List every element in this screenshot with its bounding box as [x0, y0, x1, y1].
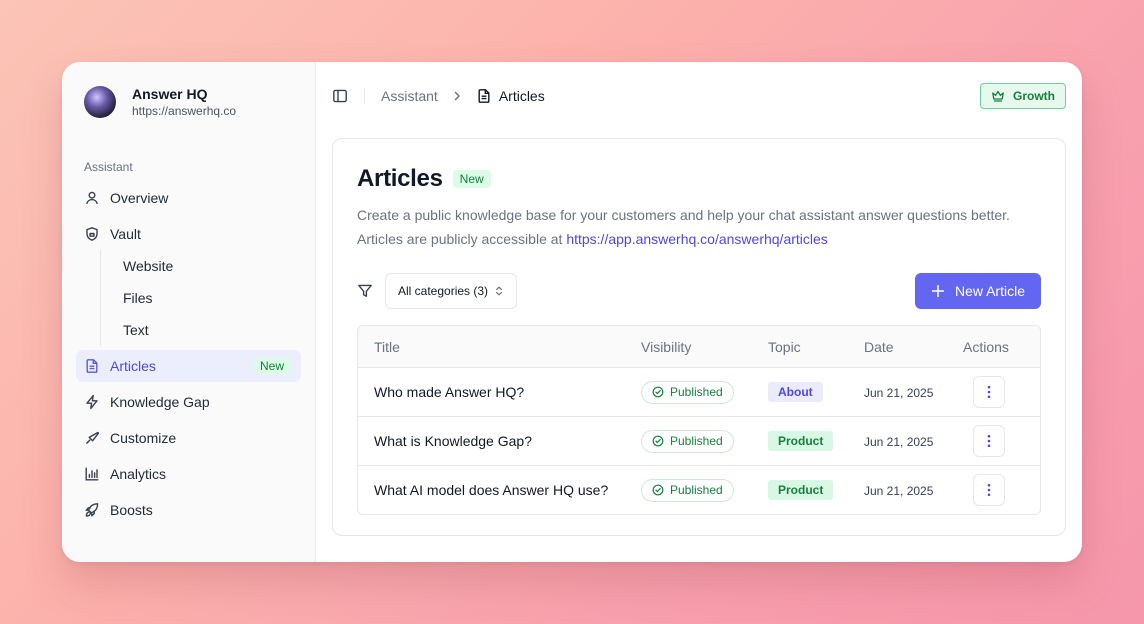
bar-chart-icon [84, 466, 100, 482]
column-header-date[interactable]: Date [864, 339, 963, 355]
app-window: Answer HQ https://answerhq.co Assistant … [62, 62, 1082, 562]
breadcrumb-current: Articles [498, 88, 545, 104]
page-description: Create a public knowledge base for your … [357, 203, 1041, 251]
article-date: Jun 21, 2025 [864, 435, 934, 449]
visibility-label: Published [670, 434, 723, 448]
public-articles-link[interactable]: https://app.answerhq.co/answerhq/article… [566, 231, 827, 247]
description-line-1: Create a public knowledge base for your … [357, 207, 1010, 223]
sidebar-item-text[interactable]: Text [101, 314, 301, 346]
row-actions-button[interactable] [973, 474, 1005, 506]
table-row[interactable]: What AI model does Answer HQ use? Publis… [358, 465, 1040, 514]
paintbrush-icon [84, 430, 100, 446]
page-title: Articles [357, 165, 443, 192]
column-header-actions: Actions [963, 338, 1009, 355]
sidebar-toggle-icon[interactable] [332, 88, 348, 104]
sidebar-item-label: Articles [110, 358, 156, 374]
sidebar-item-label: Overview [110, 190, 169, 206]
main-content: Assistant Articles Growth Articles New C [316, 62, 1082, 562]
user-icon [84, 190, 100, 206]
lightning-icon [84, 394, 100, 410]
visibility-label: Published [670, 385, 723, 399]
check-circle-icon [652, 386, 664, 398]
org-avatar [84, 86, 116, 118]
check-circle-icon [652, 435, 664, 447]
org-url: https://answerhq.co [132, 103, 237, 118]
article-title[interactable]: Who made Answer HQ? [358, 384, 641, 400]
sidebar-nav: Overview Vault Website Files Text Articl… [76, 182, 301, 526]
plus-icon [931, 284, 945, 298]
visibility-label: Published [670, 483, 723, 497]
visibility-badge: Published [641, 380, 734, 404]
column-header-visibility[interactable]: Visibility [641, 339, 768, 355]
article-date: Jun 21, 2025 [864, 386, 934, 400]
table-row[interactable]: What is Knowledge Gap? Published Product… [358, 416, 1040, 465]
articles-toolbar: All categories (3) New Article [357, 273, 1041, 309]
sidebar-item-label: Analytics [110, 466, 167, 482]
sidebar-item-boosts[interactable]: Boosts [76, 494, 301, 526]
sidebar: Answer HQ https://answerhq.co Assistant … [62, 62, 316, 562]
sidebar-item-label: Vault [110, 226, 141, 242]
vault-subnav: Website Files Text [100, 250, 301, 346]
description-line-2: Articles are publicly accessible at [357, 231, 567, 247]
rocket-icon [84, 502, 100, 518]
topic-badge: About [768, 382, 823, 402]
sidebar-item-label: Knowledge Gap [110, 394, 210, 410]
column-header-topic[interactable]: Topic [768, 339, 864, 355]
crown-icon [991, 89, 1005, 103]
document-icon [476, 88, 492, 104]
more-vertical-icon [987, 385, 991, 399]
sidebar-item-label: Website [123, 258, 174, 274]
topbar-divider [364, 88, 365, 104]
sidebar-item-analytics[interactable]: Analytics [76, 458, 301, 490]
sidebar-item-label: Boosts [110, 502, 153, 518]
sidebar-item-label: Customize [110, 430, 177, 446]
sidebar-item-vault[interactable]: Vault [76, 218, 301, 250]
more-vertical-icon [987, 434, 991, 448]
filter-icon[interactable] [357, 283, 373, 299]
article-title[interactable]: What is Knowledge Gap? [358, 433, 641, 449]
row-actions-button[interactable] [973, 376, 1005, 408]
new-badge: New [252, 358, 291, 374]
category-select-value: All categories (3) [398, 284, 489, 298]
new-article-label: New Article [954, 283, 1025, 299]
document-icon [84, 358, 100, 374]
topic-badge: Product [768, 480, 834, 500]
plan-label: Growth [1013, 89, 1055, 103]
table-row[interactable]: Who made Answer HQ? Published About Jun … [358, 367, 1040, 416]
sidebar-item-overview[interactable]: Overview [76, 182, 301, 214]
sidebar-item-label: Text [123, 322, 149, 338]
sidebar-item-customize[interactable]: Customize [76, 422, 301, 454]
topic-badge: Product [768, 431, 834, 451]
new-article-button[interactable]: New Article [914, 273, 1041, 309]
breadcrumb-parent[interactable]: Assistant [381, 88, 438, 104]
plan-badge[interactable]: Growth [980, 83, 1066, 109]
check-circle-icon [652, 484, 664, 496]
sidebar-section-label: Assistant [84, 160, 133, 174]
category-select[interactable]: All categories (3) [385, 273, 518, 309]
sidebar-item-label: Files [123, 290, 153, 306]
chevron-right-icon [450, 89, 464, 103]
shield-icon [84, 226, 100, 242]
sidebar-item-knowledge-gap[interactable]: Knowledge Gap [76, 386, 301, 418]
more-vertical-icon [987, 483, 991, 497]
sidebar-item-articles[interactable]: Articles New [76, 350, 301, 382]
sidebar-item-website[interactable]: Website [101, 250, 301, 282]
topbar: Assistant Articles Growth [316, 62, 1082, 130]
article-date: Jun 21, 2025 [864, 484, 934, 498]
org-switcher[interactable]: Answer HQ https://answerhq.co [76, 62, 301, 142]
row-actions-button[interactable] [973, 425, 1005, 457]
new-badge: New [452, 170, 491, 188]
articles-table: Title Visibility Topic Date Actions Who … [357, 325, 1041, 515]
column-header-title[interactable]: Title [358, 339, 641, 355]
articles-card: Articles New Create a public knowledge b… [332, 138, 1066, 536]
table-header-row: Title Visibility Topic Date Actions [358, 326, 1040, 367]
org-name: Answer HQ [132, 85, 208, 102]
sidebar-item-files[interactable]: Files [101, 282, 301, 314]
visibility-badge: Published [641, 429, 734, 453]
chevron-updown-icon [494, 285, 504, 297]
article-title[interactable]: What AI model does Answer HQ use? [358, 482, 641, 498]
visibility-badge: Published [641, 478, 734, 502]
